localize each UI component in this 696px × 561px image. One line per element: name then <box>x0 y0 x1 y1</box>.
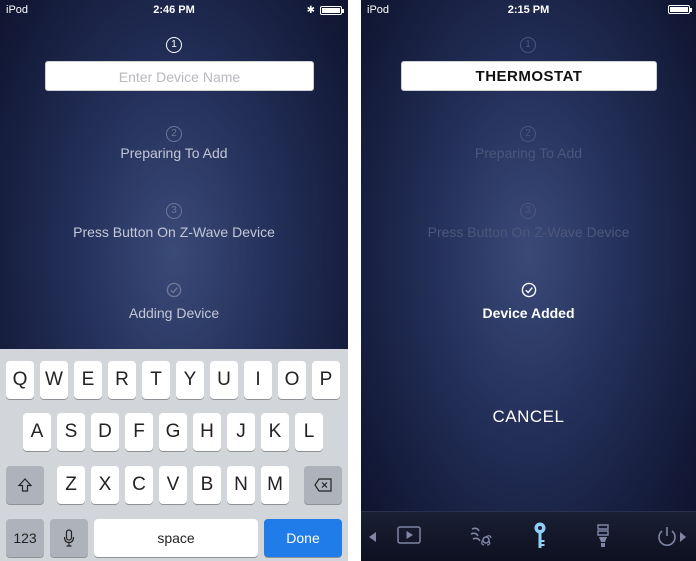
step-3-number: 3 <box>166 203 182 219</box>
key-e[interactable]: E <box>74 361 102 399</box>
numbers-key[interactable]: 123 <box>6 519 44 557</box>
battery-icon <box>668 5 692 14</box>
key-b[interactable]: B <box>193 466 221 504</box>
device-name-input[interactable]: Enter Device Name <box>45 61 314 91</box>
key-i[interactable]: I <box>244 361 272 399</box>
cancel-button[interactable]: CANCEL <box>361 407 696 427</box>
key-l[interactable]: L <box>295 413 323 451</box>
step-1-number: 1 <box>166 37 182 53</box>
battery-icon <box>320 6 344 15</box>
check-circle-icon <box>521 282 537 298</box>
key-z[interactable]: Z <box>57 466 85 504</box>
bulb-icon[interactable] <box>596 523 610 549</box>
step-2-number: 2 <box>520 126 536 142</box>
status-indicators <box>668 5 692 14</box>
key-m[interactable]: M <box>261 466 289 504</box>
clock: 2:15 PM <box>507 4 550 16</box>
step-4-label: Adding Device <box>128 305 220 321</box>
key-x[interactable]: X <box>91 466 119 504</box>
play-icon[interactable] <box>397 525 421 545</box>
left-phone-screen: iPod 2:46 PM ✱ 1 Enter Device Name 2 Pre… <box>0 0 348 561</box>
onscreen-keyboard: Q W E R T Y U I O P A S D F G H J K L Z … <box>0 349 348 561</box>
status-indicators: ✱ <box>306 5 344 16</box>
backspace-icon <box>314 478 332 492</box>
key-d[interactable]: D <box>91 413 119 451</box>
key-f[interactable]: F <box>125 413 153 451</box>
delete-key[interactable] <box>304 466 342 504</box>
bluetooth-icon: ✱ <box>306 5 315 16</box>
key-u[interactable]: U <box>210 361 238 399</box>
key-n[interactable]: N <box>227 466 255 504</box>
key-g[interactable]: G <box>159 413 187 451</box>
microphone-icon <box>63 529 75 547</box>
clock: 2:46 PM <box>153 4 195 16</box>
key-v[interactable]: V <box>159 466 187 504</box>
key-h[interactable]: H <box>193 413 221 451</box>
power-icon[interactable] <box>656 526 686 548</box>
key-j[interactable]: J <box>227 413 255 451</box>
key-o[interactable]: O <box>278 361 306 399</box>
step-1-number: 1 <box>520 37 536 53</box>
step-2-label: Preparing To Add <box>120 145 228 161</box>
status-bar: iPod 2:15 PM <box>361 0 696 20</box>
status-bar: iPod 2:46 PM ✱ <box>0 0 348 20</box>
shift-arrow-icon <box>17 478 33 492</box>
step-4-label: Device Added <box>482 305 575 321</box>
key-icon[interactable] <box>533 522 547 550</box>
key-a[interactable]: A <box>23 413 51 451</box>
device-name-input[interactable]: THERMOSTAT <box>401 61 657 91</box>
key-s[interactable]: S <box>57 413 85 451</box>
shift-key[interactable] <box>6 466 44 504</box>
key-k[interactable]: K <box>261 413 289 451</box>
dictation-key[interactable] <box>50 519 88 557</box>
arrow-left-icon[interactable] <box>369 532 377 542</box>
key-w[interactable]: W <box>40 361 68 399</box>
key-t[interactable]: T <box>142 361 170 399</box>
tab-bar <box>361 511 696 561</box>
step-2-label: Preparing To Add <box>474 145 583 161</box>
step-2-number: 2 <box>166 126 182 142</box>
key-y[interactable]: Y <box>176 361 204 399</box>
done-key[interactable]: Done <box>264 519 342 557</box>
key-q[interactable]: Q <box>6 361 34 399</box>
key-r[interactable]: R <box>108 361 136 399</box>
key-c[interactable]: C <box>125 466 153 504</box>
key-p[interactable]: P <box>312 361 340 399</box>
check-circle-icon <box>166 282 182 298</box>
step-3-number: 3 <box>520 203 536 219</box>
right-phone-screen: iPod 2:15 PM 1 THERMOSTAT 2 Preparing To… <box>361 0 696 561</box>
step-3-label: Press Button On Z-Wave Device <box>73 224 275 240</box>
step-3-label: Press Button On Z-Wave Device <box>427 224 630 240</box>
fan-icon[interactable] <box>469 525 493 547</box>
space-key[interactable]: space <box>94 519 258 557</box>
